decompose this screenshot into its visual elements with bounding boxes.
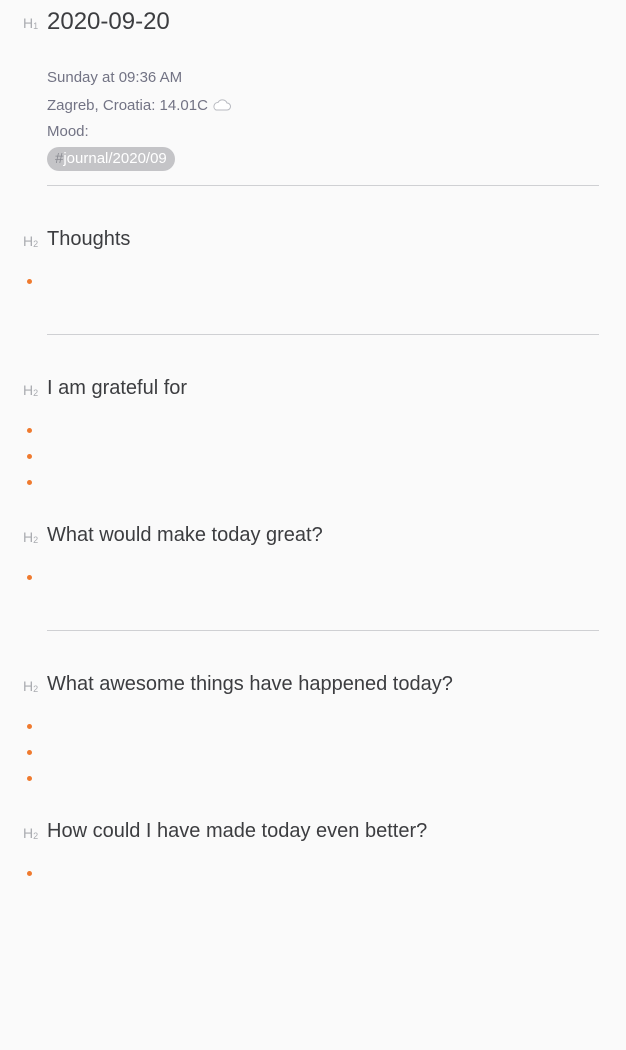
heading-level-marker: H2 (23, 233, 39, 249)
bullet-point[interactable] (27, 724, 32, 729)
section-heading-make-today-great[interactable]: What would make today great? (47, 524, 323, 547)
page-title[interactable]: 2020-09-20 (47, 8, 170, 36)
tag-label: journal/2020/09 (63, 150, 167, 167)
bullet-point[interactable] (27, 480, 32, 485)
heading-level-marker: H2 (23, 529, 39, 545)
entry-mood[interactable]: Mood: (47, 123, 89, 140)
journal-tag[interactable]: #journal/2020/09 (47, 147, 175, 171)
horizontal-rule (47, 185, 599, 186)
section-heading-even-better[interactable]: How could I have made today even better? (47, 820, 427, 843)
bullet-point[interactable] (27, 428, 32, 433)
entry-datetime[interactable]: Sunday at 09:36 AM (47, 69, 182, 86)
bullet-point[interactable] (27, 776, 32, 781)
heading-level-marker: H1 (23, 15, 39, 31)
heading-level-marker: H2 (23, 678, 39, 694)
bullet-point[interactable] (27, 750, 32, 755)
bullet-point[interactable] (27, 454, 32, 459)
bullet-point[interactable] (27, 279, 32, 284)
cloud-icon (211, 99, 231, 111)
heading-level-marker: H2 (23, 382, 39, 398)
section-heading-thoughts[interactable]: Thoughts (47, 228, 130, 251)
heading-level-marker: H2 (23, 825, 39, 841)
horizontal-rule (47, 334, 599, 335)
location-weather-text: Zagreb, Croatia: 14.01C (47, 97, 208, 114)
bullet-point[interactable] (27, 871, 32, 876)
section-heading-awesome-things[interactable]: What awesome things have happened today? (47, 673, 453, 696)
horizontal-rule (47, 630, 599, 631)
entry-location-weather[interactable]: Zagreb, Croatia: 14.01C (47, 97, 231, 114)
section-heading-grateful[interactable]: I am grateful for (47, 377, 187, 400)
bullet-point[interactable] (27, 575, 32, 580)
